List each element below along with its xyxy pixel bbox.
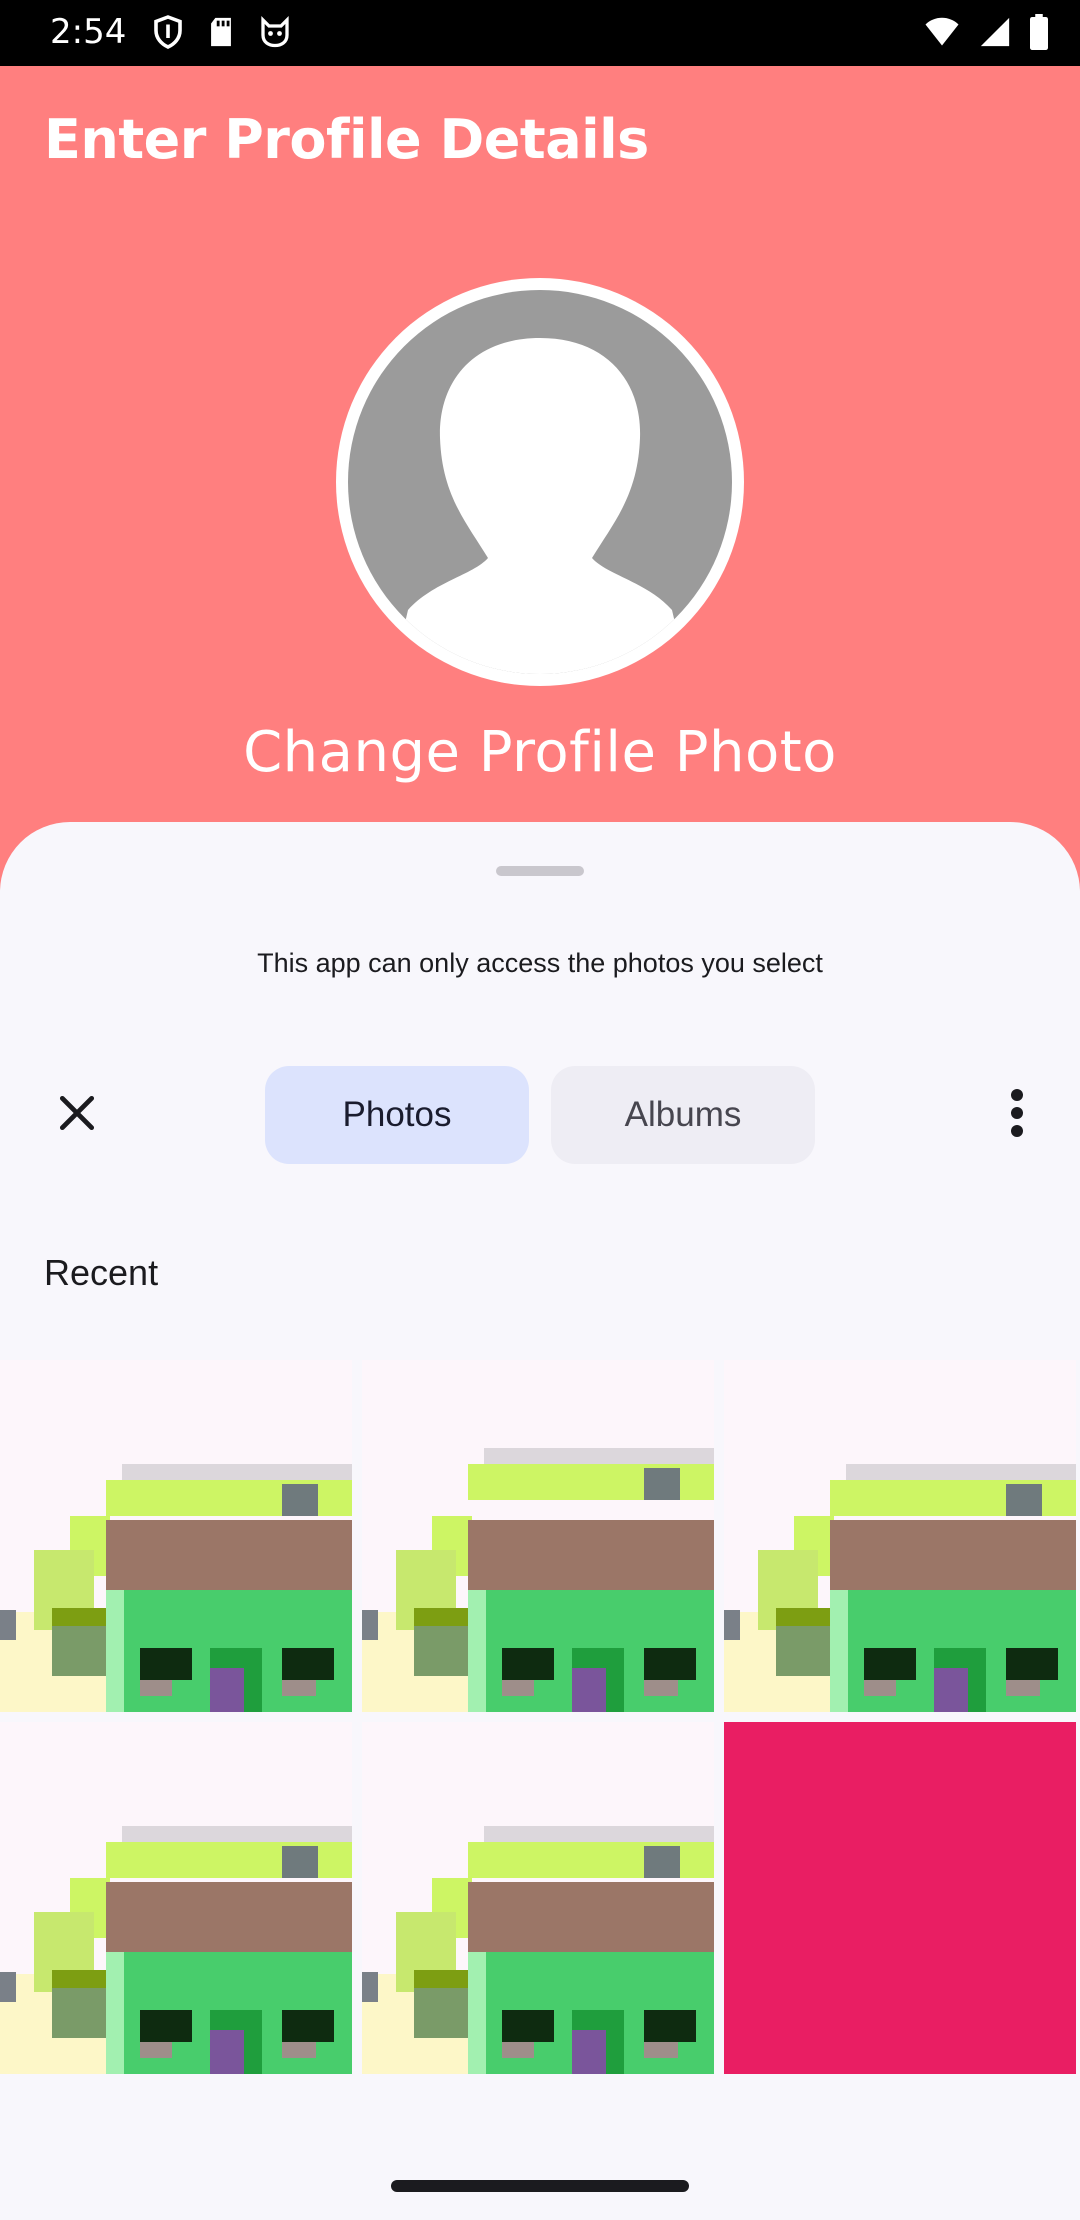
photo-tile[interactable]: [362, 1360, 714, 1712]
photo-picker-sheet: This app can only access the photos you …: [0, 822, 1080, 2220]
status-bar: 2:54: [0, 0, 1080, 66]
status-icons-left: [150, 14, 294, 50]
battery-icon: [1030, 14, 1048, 50]
tab-albums[interactable]: Albums: [551, 1066, 815, 1164]
close-button[interactable]: [36, 1072, 118, 1154]
more-vert-icon: [1011, 1089, 1023, 1137]
status-icons-right: [922, 14, 1050, 50]
profile-header: Enter Profile Details Change Profile Pho…: [0, 66, 1080, 900]
home-gesture-bar[interactable]: [391, 2180, 689, 2192]
pixel-house-image: [724, 1360, 1076, 1712]
drag-handle[interactable]: [496, 866, 584, 876]
pixel-house-image: [362, 1722, 714, 2074]
close-icon: [59, 1095, 95, 1131]
section-title-recent: Recent: [44, 1252, 159, 1293]
access-note: This app can only access the photos you …: [257, 948, 823, 978]
photo-tile[interactable]: [0, 1722, 352, 2074]
more-options-button[interactable]: [992, 1072, 1042, 1154]
wifi-icon: [925, 17, 959, 46]
tab-albums-label: Albums: [624, 1095, 742, 1134]
tab-photos[interactable]: Photos: [265, 1066, 529, 1164]
photo-tile[interactable]: [724, 1722, 1076, 2074]
photo-tile[interactable]: [0, 1360, 352, 1712]
change-photo-button[interactable]: Change Profile Photo: [0, 720, 1080, 785]
shield-icon: [154, 15, 182, 49]
person-silhouette-icon: [348, 290, 732, 674]
status-time: 2:54: [50, 12, 127, 52]
photo-tile[interactable]: [724, 1360, 1076, 1712]
pixel-house-image: [362, 1360, 714, 1712]
cat-face-icon: [261, 16, 289, 48]
page-title: Enter Profile Details: [44, 108, 649, 171]
sd-card-icon: [211, 17, 231, 47]
photo-tile[interactable]: [362, 1722, 714, 2074]
avatar[interactable]: [336, 278, 744, 686]
pixel-house-image: [0, 1360, 352, 1712]
tab-photos-label: Photos: [342, 1095, 452, 1134]
pixel-house-image: [0, 1722, 352, 2074]
signal-icon: [980, 17, 1010, 47]
